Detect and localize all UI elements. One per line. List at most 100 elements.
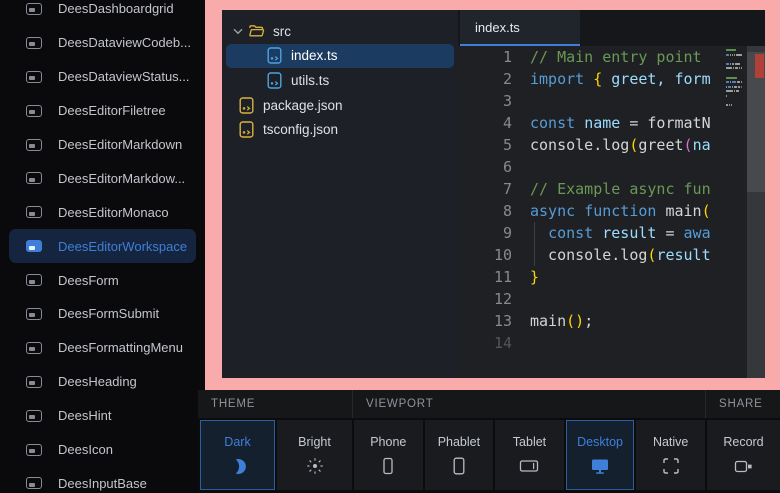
code-line: 8async function main( [458, 200, 726, 222]
component-icon [26, 308, 42, 320]
toolbar-button-row: Dark Bright [198, 418, 352, 493]
sidebar-item-deeseditorfiletree[interactable]: DeesEditorFiletree [0, 94, 205, 128]
tree-item-src[interactable]: src [226, 19, 454, 44]
component-icon [26, 139, 42, 151]
line-number: 5 [458, 134, 512, 156]
button-label: Desktop [577, 435, 623, 449]
sidebar-item-deeseditorworkspace[interactable]: DeesEditorWorkspace [9, 229, 196, 263]
sidebar-item-deesheading[interactable]: DeesHeading [0, 365, 205, 399]
tree-item-label: index.ts [291, 48, 338, 63]
editor-column: index.ts 1// Main entry point2import { g… [458, 10, 765, 378]
tree-item-tsconfig-json[interactable]: tsconfig.json [226, 117, 454, 142]
phone-button[interactable]: Phone [354, 420, 423, 490]
line-content: // Example async fun [512, 178, 711, 200]
line-number: 12 [458, 288, 512, 310]
line-content: import { greet, form [512, 68, 711, 90]
sidebar-item-label: DeesInputBase [58, 476, 147, 491]
toolbar-section-title: THEME [198, 390, 352, 418]
button-label: Bright [298, 435, 331, 449]
line-number: 2 [458, 68, 512, 90]
code-line: 12 [458, 288, 726, 310]
button-label: Tablet [513, 435, 546, 449]
line-content [512, 288, 530, 310]
line-content: } [512, 266, 539, 288]
line-number: 8 [458, 200, 512, 222]
line-number: 11 [458, 266, 512, 288]
tree-item-index-ts[interactable]: index.ts [226, 44, 454, 69]
sidebar-item-deesdataviewcodeb[interactable]: DeesDataviewCodeb... [0, 26, 205, 60]
tree-item-package-json[interactable]: package.json [226, 93, 454, 118]
phablet-button[interactable]: Phablet [425, 420, 494, 490]
code-file-icon [238, 97, 255, 114]
tree-item-label: src [273, 24, 291, 39]
sidebar-item-label: DeesIcon [58, 442, 113, 457]
sidebar-item-deesformsubmit[interactable]: DeesFormSubmit [0, 297, 205, 331]
line-content: async function main( [512, 200, 711, 222]
code-line: 1// Main entry point [458, 46, 726, 68]
record-button[interactable]: Record [707, 420, 780, 490]
folder-open-icon [248, 23, 265, 40]
line-content: const name = formatN [512, 112, 711, 134]
button-label: Phablet [438, 435, 480, 449]
sidebar-item-deesicon[interactable]: DeesIcon [0, 433, 205, 467]
sidebar-item-deesform[interactable]: DeesForm [0, 263, 205, 297]
sidebar-item-deesinputbase[interactable]: DeesInputBase [0, 466, 205, 493]
line-number: 4 [458, 112, 512, 134]
record-icon [734, 457, 753, 475]
button-label: Native [653, 435, 688, 449]
code-line: 4const name = formatN [458, 112, 726, 134]
desktop-button[interactable]: Desktop [566, 420, 635, 490]
code-pane[interactable]: 1// Main entry point2import { greet, for… [458, 46, 726, 378]
line-number: 1 [458, 46, 512, 68]
component-icon [26, 410, 42, 422]
sidebar-item-deesdashboardgrid[interactable]: DeesDashboardgrid [0, 0, 205, 26]
sidebar-item-deeseditormonaco[interactable]: DeesEditorMonaco [0, 195, 205, 229]
error-overview-marker [755, 54, 764, 78]
sidebar-item-label: DeesEditorMarkdown [58, 137, 182, 152]
component-icon [26, 172, 42, 184]
component-icon [26, 105, 42, 117]
line-content: // Main entry point [512, 46, 702, 68]
sidebar-list: DeesDashboardgridDeesDataviewCodeb... Dee… [0, 0, 205, 493]
tablet-button[interactable]: Tablet [495, 420, 564, 490]
demo-frame-highlight: srcindex.tsutils.tspackage.jsontsconfig.… [205, 0, 780, 390]
component-icon [26, 71, 42, 83]
sidebar-item-label: DeesEditorMonaco [58, 205, 169, 220]
bright-button[interactable]: Bright [277, 420, 352, 490]
code-file-icon [266, 72, 283, 89]
tree-item-label: utils.ts [291, 73, 329, 88]
line-content: console.log(result [512, 244, 711, 266]
sidebar-item-deesformattingmenu[interactable]: DeesFormattingMenu [0, 331, 205, 365]
sidebar-item-label: DeesFormattingMenu [58, 340, 183, 355]
native-button[interactable]: Native [636, 420, 705, 490]
moon-icon [229, 457, 246, 475]
component-icon [26, 206, 42, 218]
sidebar-item-deesdataviewstatus[interactable]: DeesDataviewStatus... [0, 60, 205, 94]
code-line: 5console.log(greet(na [458, 134, 726, 156]
code-line: 13main(); [458, 310, 726, 332]
minimap[interactable] [726, 46, 747, 378]
code-file-icon [238, 121, 255, 138]
sidebar-item-deeshint[interactable]: DeesHint [0, 399, 205, 433]
sidebar-item-label: DeesFormSubmit [58, 306, 159, 321]
code-editor: 1// Main entry point2import { greet, for… [458, 46, 765, 378]
sidebar-item-label: DeesForm [58, 273, 119, 288]
toolbar-button-row: Record [705, 418, 780, 493]
component-icon [26, 342, 42, 354]
sidebar-item-deeseditormarkdown[interactable]: DeesEditorMarkdown [0, 128, 205, 162]
code-line: 2import { greet, form [458, 68, 726, 90]
tablet-icon [519, 457, 539, 475]
button-label: Phone [370, 435, 406, 449]
sidebar-item-label: DeesDataviewStatus... [58, 69, 190, 84]
tab-index-ts[interactable]: index.ts [460, 10, 580, 46]
line-number: 10 [458, 244, 512, 266]
sidebar-item-label: DeesEditorFiletree [58, 103, 166, 118]
component-icon [26, 274, 42, 286]
tree-item-utils-ts[interactable]: utils.ts [226, 68, 454, 93]
component-icon [26, 376, 42, 388]
sidebar-item-deeseditormarkdow[interactable]: DeesEditorMarkdow... [0, 161, 205, 195]
dark-button[interactable]: Dark [200, 420, 275, 490]
code-line: 7// Example async fun [458, 178, 726, 200]
component-icon [26, 37, 42, 49]
toolbar-section-share: SHARERecord [705, 390, 780, 493]
